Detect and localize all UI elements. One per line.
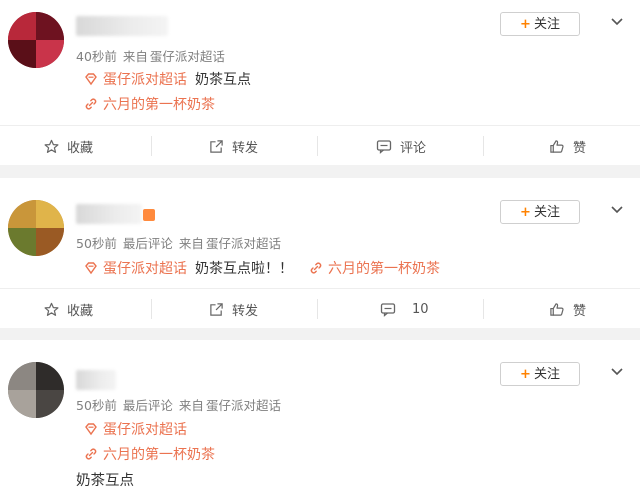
topic-line: 蛋仔派对超话 奶茶互点 bbox=[84, 69, 251, 89]
thumbs-up-icon bbox=[550, 302, 564, 316]
star-icon bbox=[44, 139, 59, 153]
repost-icon bbox=[210, 139, 223, 153]
link-icon bbox=[85, 448, 97, 460]
post-meta: 50秒前 最后评论 来自 蛋仔派对超话 bbox=[76, 395, 287, 414]
post-time[interactable]: 40秒前 bbox=[76, 49, 117, 64]
avatar[interactable] bbox=[8, 362, 64, 418]
username-blurred[interactable] bbox=[76, 204, 142, 224]
shared-link[interactable]: 六月的第一杯奶茶 bbox=[328, 258, 440, 278]
divider bbox=[151, 299, 152, 319]
topic-line: 蛋仔派对超话 bbox=[84, 419, 187, 439]
post-meta: 40秒前 来自 蛋仔派对超话 bbox=[76, 46, 231, 65]
comment-icon bbox=[380, 302, 396, 317]
post-meta: 50秒前 最后评论 来自 蛋仔派对超话 bbox=[76, 233, 287, 252]
super-topic-link[interactable]: 蛋仔派对超话 bbox=[103, 258, 187, 278]
divider bbox=[151, 136, 152, 156]
follow-button[interactable]: + 关注 bbox=[500, 362, 580, 386]
super-topic-icon bbox=[85, 73, 97, 86]
source-link[interactable]: 蛋仔派对超话 bbox=[206, 398, 281, 413]
action-bar: 收藏 转发 评论 赞 bbox=[0, 125, 640, 166]
source-prefix: 来自 bbox=[122, 49, 148, 64]
comment-button[interactable]: 10 bbox=[380, 289, 429, 329]
action-bar: 收藏 转发 10 赞 bbox=[0, 288, 640, 329]
favorite-button[interactable]: 收藏 bbox=[44, 289, 93, 329]
thumbs-up-icon bbox=[550, 139, 564, 153]
follow-button[interactable]: + 关注 bbox=[500, 200, 580, 224]
divider bbox=[483, 136, 484, 156]
source-prefix: 来自 bbox=[178, 236, 204, 251]
comment-icon bbox=[376, 139, 392, 154]
super-topic-link[interactable]: 蛋仔派对超话 bbox=[103, 69, 187, 89]
super-topic-link[interactable]: 蛋仔派对超话 bbox=[103, 419, 187, 439]
post-body: 奶茶互点 bbox=[76, 473, 134, 489]
username-blurred[interactable] bbox=[76, 16, 168, 36]
divider bbox=[317, 299, 318, 319]
like-button[interactable]: 赞 bbox=[549, 289, 586, 329]
chevron-down-icon[interactable] bbox=[610, 14, 624, 28]
chevron-down-icon[interactable] bbox=[610, 364, 624, 378]
divider bbox=[483, 299, 484, 319]
post-card-2: + 关注 50秒前 最后评论 来自 蛋仔派对超话 蛋仔派对超话 奶茶互点啦！！ 六月的第… bbox=[0, 178, 640, 328]
like-button[interactable]: 赞 bbox=[549, 126, 586, 166]
avatar[interactable] bbox=[8, 200, 64, 256]
comment-button[interactable]: 评论 bbox=[376, 126, 426, 166]
plus-icon: + bbox=[520, 367, 531, 382]
repost-button[interactable]: 转发 bbox=[209, 289, 258, 329]
link-icon bbox=[85, 98, 97, 110]
post-card-3: + 关注 50秒前 最后评论 来自 蛋仔派对超话 蛋仔派对超话 六月的第一杯奶茶 奶茶互… bbox=[0, 340, 640, 494]
plus-icon: + bbox=[520, 17, 531, 32]
post-text: 奶茶互点 bbox=[195, 72, 251, 88]
divider bbox=[317, 136, 318, 156]
source-link[interactable]: 蛋仔派对超话 bbox=[150, 49, 225, 64]
plus-icon: + bbox=[520, 205, 531, 220]
follow-button[interactable]: + 关注 bbox=[500, 12, 580, 36]
shared-link[interactable]: 六月的第一杯奶茶 bbox=[103, 94, 215, 114]
star-icon bbox=[44, 302, 59, 316]
post-card-1: + 关注 40秒前 来自 蛋仔派对超话 蛋仔派对超话 奶茶互点 六月的第一杯奶茶 收藏… bbox=[0, 0, 640, 165]
last-comment-label: 最后评论 bbox=[122, 236, 173, 251]
post-text: 奶茶互点啦！！ bbox=[195, 261, 293, 277]
last-comment-label: 最后评论 bbox=[122, 398, 173, 413]
link-line: 六月的第一杯奶茶 bbox=[84, 94, 215, 114]
post-time[interactable]: 50秒前 bbox=[76, 236, 117, 251]
link-icon bbox=[310, 262, 322, 274]
super-topic-icon bbox=[85, 262, 97, 275]
source-prefix: 来自 bbox=[178, 398, 204, 413]
post-time[interactable]: 50秒前 bbox=[76, 398, 117, 413]
avatar[interactable] bbox=[8, 12, 64, 68]
link-line: 六月的第一杯奶茶 bbox=[84, 444, 215, 464]
vip-badge-icon bbox=[143, 209, 155, 221]
repost-icon bbox=[210, 302, 223, 316]
repost-button[interactable]: 转发 bbox=[209, 126, 258, 166]
username-blurred[interactable] bbox=[76, 370, 116, 390]
chevron-down-icon[interactable] bbox=[610, 202, 624, 216]
super-topic-icon bbox=[85, 423, 97, 436]
source-link[interactable]: 蛋仔派对超话 bbox=[206, 236, 281, 251]
topic-line: 蛋仔派对超话 奶茶互点啦！！ 六月的第一杯奶茶 bbox=[84, 258, 440, 278]
shared-link[interactable]: 六月的第一杯奶茶 bbox=[103, 444, 215, 464]
comment-count: 10 bbox=[412, 301, 429, 317]
favorite-button[interactable]: 收藏 bbox=[44, 126, 93, 166]
